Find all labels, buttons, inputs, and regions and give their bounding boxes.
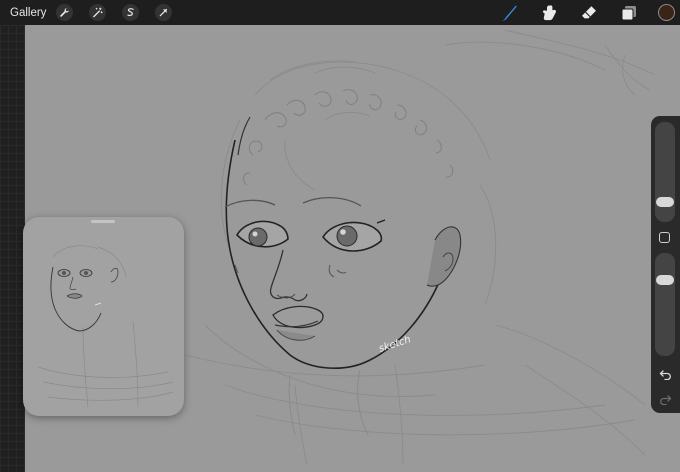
layers-icon[interactable]: [618, 2, 640, 24]
opacity-thumb[interactable]: [656, 274, 674, 285]
eraser-icon[interactable]: [578, 2, 600, 24]
redo-icon[interactable]: [658, 391, 673, 406]
signature-text: sketch: [378, 334, 413, 355]
smudge-icon[interactable]: [538, 2, 560, 24]
reference-thumbnail: [37, 245, 174, 408]
right-sidebar: [651, 116, 680, 413]
opacity-slider[interactable]: [655, 253, 675, 356]
color-picker-swatch[interactable]: [658, 4, 675, 21]
canvas-edge-grid: [0, 25, 25, 472]
brush-size-slider[interactable]: [655, 122, 675, 222]
brush-size-thumb[interactable]: [656, 197, 674, 208]
gallery-button[interactable]: Gallery: [10, 7, 46, 19]
reference-drag-handle[interactable]: [91, 220, 115, 223]
brush-icon[interactable]: [498, 2, 520, 24]
magic-wand-icon[interactable]: [89, 4, 107, 21]
reference-window[interactable]: [23, 217, 184, 416]
modify-button[interactable]: [659, 232, 670, 243]
top-toolbar: Gallery: [0, 0, 680, 25]
right-tool-group: [498, 0, 680, 25]
transform-arrow-icon[interactable]: [155, 4, 173, 21]
selection-icon[interactable]: [122, 4, 140, 21]
undo-icon[interactable]: [658, 366, 673, 381]
wrench-icon[interactable]: [56, 4, 74, 21]
